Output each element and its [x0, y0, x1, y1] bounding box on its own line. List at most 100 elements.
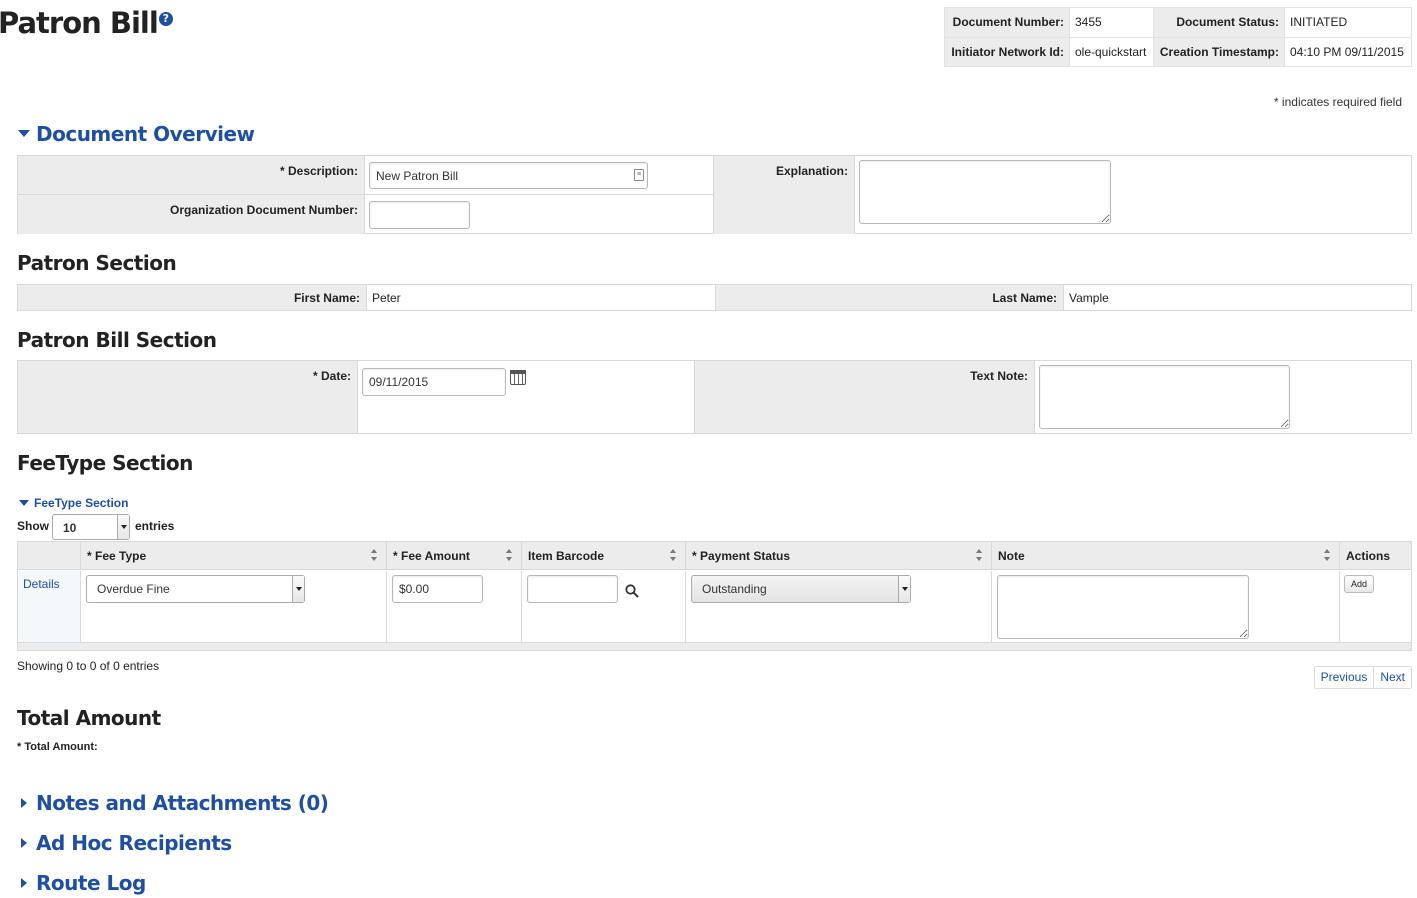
add-button[interactable]: Add: [1344, 575, 1374, 593]
divider: [854, 156, 855, 234]
search-icon[interactable]: [625, 584, 639, 598]
feetype-subsection-title: FeeType Section: [34, 496, 129, 510]
chevron-down-icon: [898, 576, 910, 602]
column-header-payment-status[interactable]: * Payment Status: [686, 542, 992, 570]
entries-per-page-select[interactable]: 10: [52, 514, 130, 540]
note-textarea[interactable]: [997, 575, 1249, 639]
divider: [366, 285, 367, 310]
chevron-down-icon: [117, 515, 129, 539]
page-title-text: Patron Bill: [0, 6, 159, 40]
contact-card-icon[interactable]: ≡: [634, 169, 644, 181]
entries-label: entries: [135, 519, 175, 533]
fee-type-cell: Overdue Fine: [81, 571, 387, 643]
sort-icon[interactable]: [670, 548, 677, 562]
divider: [1063, 285, 1064, 310]
total-amount-title: Total Amount: [17, 706, 161, 730]
doc-status-value: INITIATED: [1284, 7, 1412, 38]
patron-bill-section-title: Patron Bill Section: [17, 328, 217, 352]
required-field-note: * indicates required field: [1273, 95, 1402, 109]
divider: [18, 194, 713, 195]
item-barcode-input[interactable]: [527, 575, 618, 603]
column-header-fee-type[interactable]: * Fee Type: [81, 542, 387, 570]
document-overview-toggle[interactable]: Document Overview: [18, 122, 255, 146]
collapse-triangle-icon: [18, 130, 30, 137]
payment-status-value: Outstanding: [702, 582, 767, 596]
feetype-subsection-toggle[interactable]: FeeType Section: [19, 496, 128, 510]
creation-timestamp-label: Creation Timestamp:: [1153, 36, 1285, 67]
initiator-value: ole-quickstart: [1069, 36, 1154, 67]
doc-number-label: Document Number:: [944, 7, 1070, 38]
page-title: Patron Bill?: [0, 6, 173, 40]
next-page-button[interactable]: Next: [1373, 667, 1411, 688]
fee-type-select[interactable]: Overdue Fine: [86, 575, 305, 603]
show-label: Show: [17, 519, 49, 533]
explanation-textarea[interactable]: [859, 160, 1111, 224]
payment-status-cell: Outstanding: [686, 571, 992, 643]
creation-timestamp-value: 04:10 PM 09/11/2015: [1284, 36, 1412, 67]
chevron-down-icon: [292, 576, 304, 602]
route-log-toggle[interactable]: Route Log: [18, 871, 146, 895]
fee-type-value: Overdue Fine: [97, 582, 170, 596]
total-amount-label: * Total Amount:: [17, 741, 98, 753]
text-note-label: Text Note:: [695, 361, 1034, 433]
column-header-item-barcode[interactable]: Item Barcode: [522, 542, 686, 570]
sort-icon[interactable]: [1324, 548, 1331, 562]
expand-triangle-icon: [21, 877, 27, 888]
document-overview-panel: * Description: Organization Document Num…: [17, 155, 1412, 234]
initiator-label: Initiator Network Id:: [944, 36, 1070, 67]
entries-per-page-value: 10: [63, 521, 77, 535]
doc-status-label: Document Status:: [1153, 7, 1285, 38]
notes-attachments-toggle[interactable]: Notes and Attachments (0): [18, 791, 329, 815]
first-name-label: First Name:: [18, 285, 366, 310]
column-header-label: * Payment Status: [692, 549, 791, 563]
column-header-note[interactable]: Note: [992, 542, 1340, 570]
document-overview-title: Document Overview: [36, 122, 255, 146]
column-header-label: Item Barcode: [528, 549, 605, 563]
expand-triangle-icon: [21, 797, 27, 808]
column-header-label: Actions: [1346, 549, 1391, 563]
sort-icon[interactable]: [506, 548, 513, 562]
column-header-label: * Fee Type: [87, 549, 147, 563]
last-name-value: Vample: [1069, 291, 1109, 305]
org-doc-number-input[interactable]: [369, 201, 470, 229]
doc-number-value: 3455: [1069, 7, 1154, 38]
feetype-section-title: FeeType Section: [17, 451, 193, 475]
text-note-textarea[interactable]: [1039, 365, 1290, 429]
ad-hoc-recipients-toggle[interactable]: Ad Hoc Recipients: [18, 831, 232, 855]
actions-cell: Add: [1340, 571, 1411, 643]
table-row-details-cell: Details: [18, 571, 81, 643]
item-barcode-cell: [522, 571, 686, 643]
first-name-value: Peter: [372, 291, 401, 305]
last-name-label: Last Name:: [716, 285, 1063, 310]
payment-status-select[interactable]: Outstanding: [691, 575, 911, 603]
org-doc-number-label: Organization Document Number:: [18, 195, 364, 234]
date-input[interactable]: [362, 368, 506, 396]
route-log-title: Route Log: [36, 871, 146, 895]
help-icon[interactable]: ?: [158, 12, 173, 26]
details-link[interactable]: Details: [23, 577, 60, 591]
fee-amount-cell: [387, 571, 522, 643]
note-cell: [992, 571, 1340, 643]
sort-icon[interactable]: [976, 548, 983, 562]
sort-icon[interactable]: [371, 548, 378, 562]
divider: [364, 156, 365, 234]
previous-page-button[interactable]: Previous: [1315, 667, 1374, 688]
fee-type-table: * Fee Type * Fee Amount Item Barcode * P…: [17, 541, 1412, 651]
description-label: * Description:: [18, 156, 364, 194]
column-header-label: Note: [998, 549, 1025, 563]
patron-section-title: Patron Section: [17, 251, 177, 275]
expand-triangle-icon: [21, 837, 27, 848]
column-header-actions: Actions: [1340, 542, 1411, 570]
showing-entries-info: Showing 0 to 0 of 0 entries: [17, 659, 160, 673]
table-footer-bar: [18, 642, 1411, 650]
collapse-triangle-icon: [19, 499, 29, 506]
description-input[interactable]: [369, 162, 648, 189]
column-header-fee-amount[interactable]: * Fee Amount: [387, 542, 522, 570]
fee-amount-input[interactable]: [392, 575, 483, 603]
document-header-info: Document Number: 3455 Document Status: I…: [944, 7, 1412, 67]
column-header-label: * Fee Amount: [393, 549, 470, 563]
divider: [713, 156, 714, 234]
patron-section-panel: First Name: Peter Last Name: Vample: [17, 284, 1412, 311]
calendar-icon[interactable]: [510, 370, 526, 385]
date-label: * Date:: [18, 361, 357, 433]
